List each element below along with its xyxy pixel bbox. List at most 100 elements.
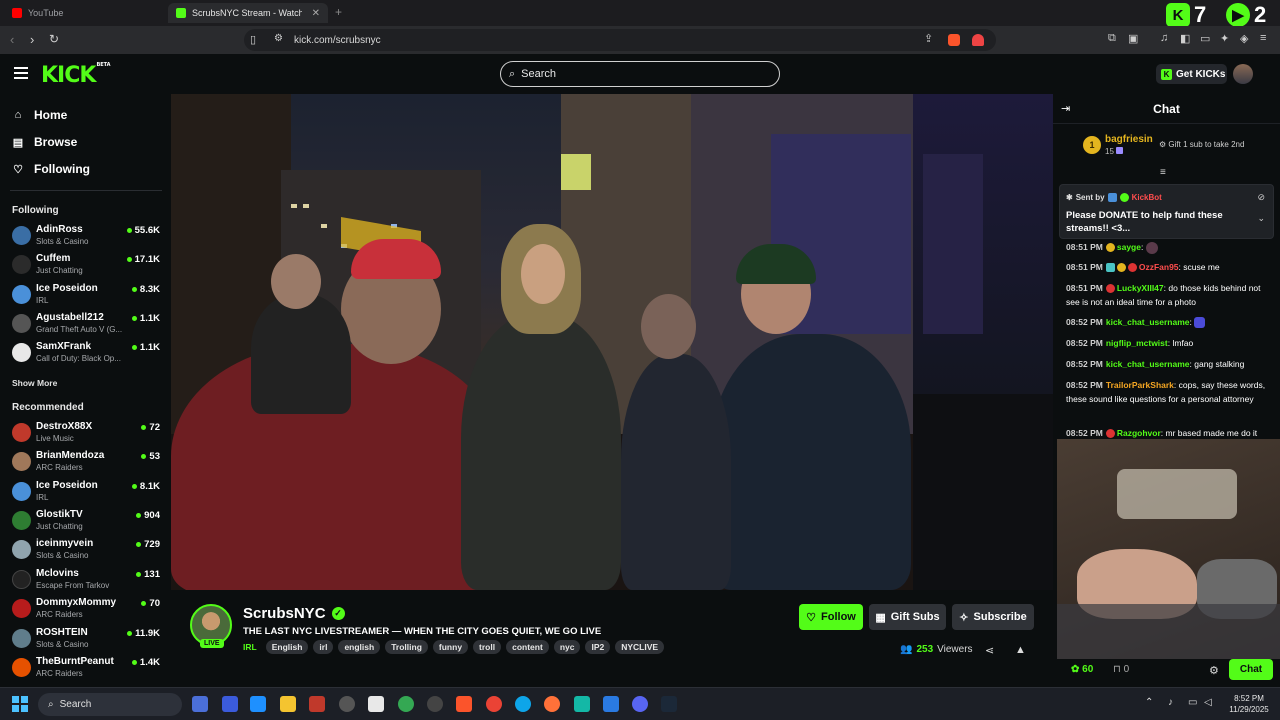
channel-item[interactable]: AdinRoss Slots & Casino 55.6K — [12, 223, 160, 249]
username[interactable]: kick_chat_username — [1106, 359, 1190, 369]
steam-icon[interactable] — [661, 696, 677, 712]
channel-item[interactable]: ROSHTEIN Slots & Casino 11.9K — [12, 626, 160, 652]
username[interactable]: OzzFan95 — [1139, 262, 1179, 272]
menu-icon[interactable]: ≡ — [1260, 32, 1266, 44]
category-link[interactable]: IRL — [243, 642, 257, 652]
edge-icon[interactable] — [515, 696, 531, 712]
address-bar[interactable]: ▯ ⚙ kick.com/scrubsnyc ⇪ — [244, 29, 996, 51]
sidebar-icon[interactable]: ◧ — [1180, 32, 1190, 45]
windows-start-icon[interactable] — [12, 696, 28, 712]
username[interactable]: Razgohvor — [1117, 428, 1161, 438]
channel-item[interactable]: iceinmyvein Slots & Casino 729 — [12, 537, 160, 563]
brave-icon[interactable] — [456, 696, 472, 712]
tag[interactable]: irl — [313, 640, 334, 654]
taskbar-app-icon[interactable] — [309, 696, 325, 712]
gift-subs-button[interactable]: ▦ Gift Subs — [869, 604, 946, 630]
channel-item[interactable]: Mclovins Escape From Tarkov 131 — [12, 567, 160, 593]
channel-item[interactable]: Cuffem Just Chatting 17.1K — [12, 252, 160, 278]
tray-chevron-icon[interactable]: ⌃ — [1145, 697, 1153, 708]
kick-logo[interactable]: KICKBETA — [41, 62, 111, 88]
unpin-icon[interactable]: ⊘ — [1257, 192, 1265, 203]
microphone-icon[interactable]: ♪ — [1168, 697, 1173, 708]
channel-item[interactable]: TheBurntPeanut ARC Raiders 1.4K — [12, 655, 160, 681]
brave-shields-icon[interactable] — [948, 34, 960, 46]
tag[interactable]: troll — [473, 640, 502, 654]
follow-button[interactable]: ♡ Follow — [799, 604, 863, 630]
chat-filter-icon[interactable]: ≡ — [1160, 167, 1166, 178]
taskbar-app-icon[interactable] — [339, 696, 355, 712]
send-chat-button[interactable]: Chat — [1229, 659, 1273, 680]
taskbar-app-icon[interactable] — [427, 696, 443, 712]
sidebar-item-following[interactable]: ♡ Following — [12, 162, 90, 176]
back-icon[interactable]: ‹ — [10, 32, 14, 47]
taskbar-search[interactable]: ⌕ Search — [38, 693, 182, 716]
channel-item[interactable]: Ice Poseidon IRL 8.3K — [12, 282, 160, 308]
show-more-link[interactable]: Show More — [12, 378, 57, 388]
taskbar-app-icon[interactable] — [574, 696, 590, 712]
username[interactable]: LuckyXIII47 — [1117, 283, 1164, 293]
firefox-icon[interactable] — [544, 696, 560, 712]
gifter-name[interactable]: bagfriesin — [1105, 134, 1153, 145]
user-avatar[interactable] — [1233, 64, 1253, 84]
gift-cta[interactable]: ⚙ Gift 1 sub to take 2nd — [1159, 140, 1244, 149]
site-info-icon[interactable]: ⚙ — [274, 33, 283, 44]
channel-item[interactable]: DommyxMommy ARC Raiders 70 — [12, 596, 160, 622]
file-explorer-icon[interactable] — [280, 696, 296, 712]
wallet2-icon[interactable]: ▭ — [1200, 32, 1210, 45]
network-icon[interactable]: ▭ — [1188, 697, 1197, 708]
music-icon[interactable]: ♫ — [1160, 32, 1168, 44]
share-icon[interactable]: ⋖ — [985, 644, 994, 657]
tag[interactable]: NYCLIVE — [615, 640, 665, 654]
username[interactable]: kick_chat_username — [1106, 317, 1190, 327]
vscode-icon[interactable] — [603, 696, 619, 712]
ai-icon[interactable]: ✦ — [1220, 32, 1229, 45]
vpn-icon[interactable]: ◈ — [1240, 32, 1248, 45]
sidebar-item-browse[interactable]: ▤ Browse — [12, 135, 78, 149]
channel-item[interactable]: GlostikTV Just Chatting 904 — [12, 508, 160, 534]
share-icon[interactable]: ⇪ — [924, 32, 933, 45]
taskbar-app-icon[interactable] — [368, 696, 384, 712]
points-display[interactable]: ✿ 60 — [1071, 664, 1093, 675]
tag[interactable]: english — [338, 640, 381, 654]
tag[interactable]: nyc — [553, 640, 581, 654]
bookmark-icon[interactable]: ▯ — [250, 33, 256, 46]
wallet-icon[interactable]: ▣ — [1128, 32, 1138, 45]
tag[interactable]: funny — [432, 640, 469, 654]
tab-scrubsnyc[interactable]: ScrubsNYC Stream - Watch Li... ✕ — [168, 3, 328, 23]
username[interactable]: sayge — [1117, 242, 1141, 252]
search-input[interactable]: ⌕ Search — [500, 61, 780, 87]
close-tab-icon[interactable]: ✕ — [312, 8, 320, 19]
streamer-name[interactable]: ScrubsNYC ✓ — [243, 605, 345, 622]
extensions-icon[interactable]: ⧉ — [1108, 32, 1116, 45]
expand-icon[interactable]: ⌄ — [1257, 213, 1265, 224]
taskbar-app-icon[interactable] — [398, 696, 414, 712]
tag[interactable]: content — [506, 640, 549, 654]
volume-icon[interactable]: ◁ — [1204, 697, 1212, 708]
report-icon[interactable]: ▲ — [1015, 644, 1026, 656]
channel-item[interactable]: Ice Poseidon IRL 8.1K — [12, 479, 160, 505]
sidebar-item-home[interactable]: ⌂ Home — [12, 108, 68, 122]
username[interactable]: TrailorParkShark — [1106, 380, 1174, 390]
hamburger-icon[interactable] — [14, 67, 28, 79]
channel-item[interactable]: SamXFrank Call of Duty: Black Op... 1.1K — [12, 340, 160, 366]
chrome-icon[interactable] — [486, 696, 502, 712]
username[interactable]: nigflip_mctwist — [1106, 338, 1168, 348]
subscribe-button[interactable]: ✧ Subscribe — [952, 604, 1034, 630]
tag[interactable]: English — [265, 640, 309, 654]
channel-item[interactable]: Agustabell212 Grand Theft Auto V (G... 1… — [12, 311, 160, 337]
get-kicks-button[interactable]: K Get KICKs — [1156, 64, 1227, 84]
taskbar-app-icon[interactable] — [192, 696, 208, 712]
forward-icon[interactable]: › — [30, 32, 34, 47]
taskbar-app-icon[interactable] — [222, 696, 238, 712]
tab-youtube[interactable]: YouTube — [4, 3, 164, 23]
new-tab-button[interactable]: + — [335, 5, 342, 19]
gear-icon[interactable]: ⚙ — [1209, 664, 1219, 677]
brave-rewards-icon[interactable] — [972, 34, 984, 46]
reload-icon[interactable]: ↻ — [49, 32, 59, 46]
tag[interactable]: IP2 — [585, 640, 611, 654]
taskbar-app-icon[interactable] — [250, 696, 266, 712]
channel-item[interactable]: DestroX88X Live Music 72 — [12, 420, 160, 446]
clock[interactable]: 8:52 PM 11/29/2025 — [1222, 693, 1276, 715]
tag[interactable]: Trolling — [385, 640, 428, 654]
channel-item[interactable]: BrianMendoza ARC Raiders 53 — [12, 449, 160, 475]
